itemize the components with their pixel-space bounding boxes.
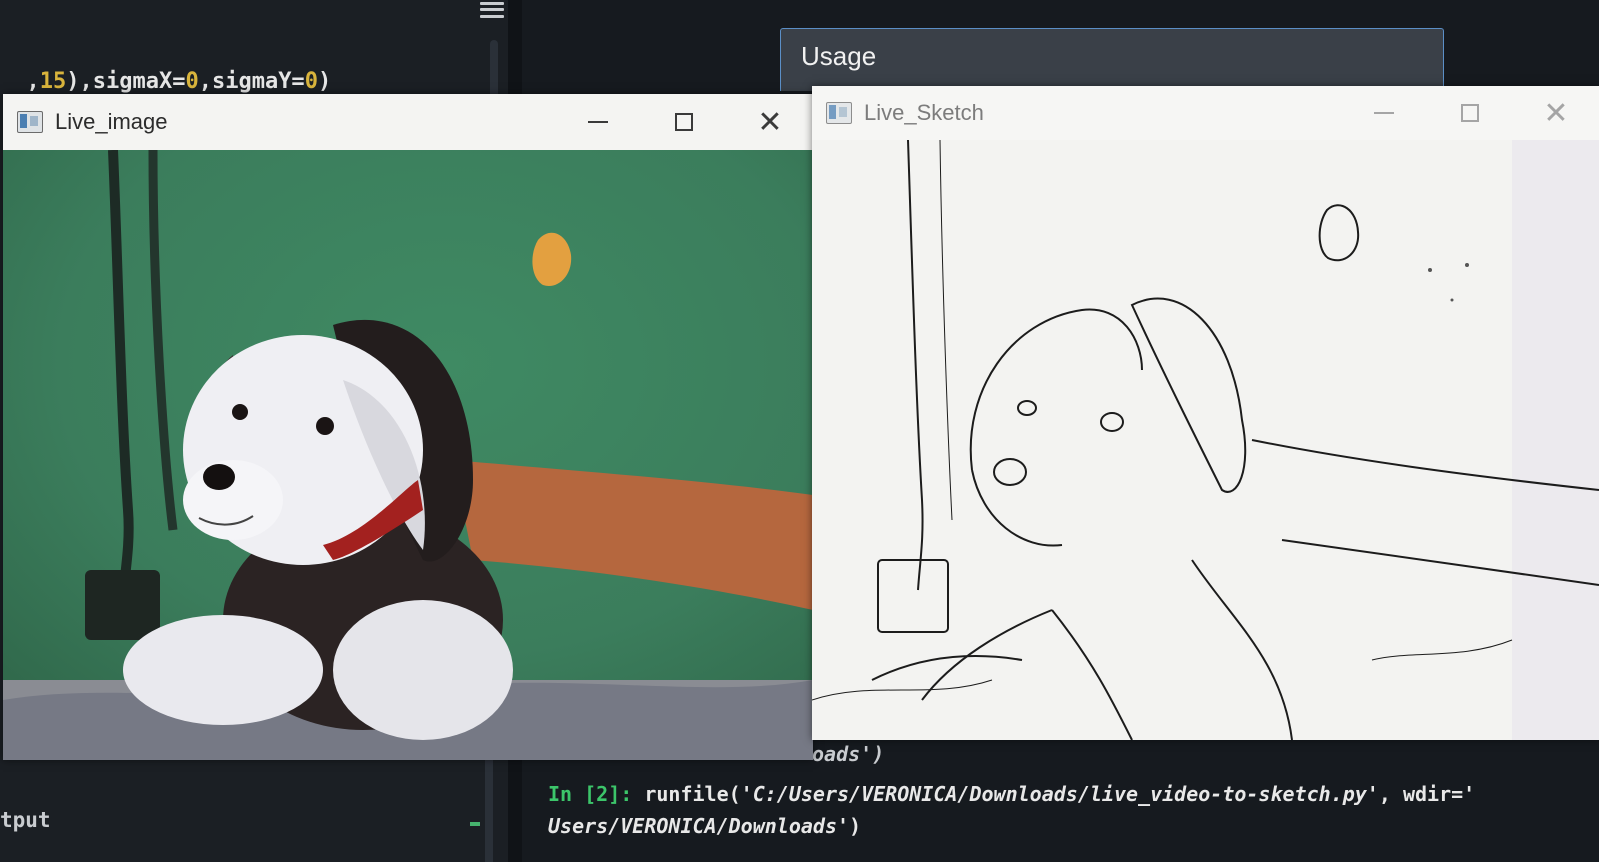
code-token: 0: [304, 69, 318, 94]
window-title: Live_Sketch: [864, 100, 984, 125]
console-scrollbar[interactable]: [485, 760, 493, 862]
live-sketch-video-frame: [812, 140, 1599, 740]
code-token: 15: [39, 69, 67, 94]
console-partial-text: oads'): [812, 742, 885, 766]
video-frame-illustration: [3, 150, 813, 760]
output-tab-label[interactable]: tput: [0, 808, 51, 832]
output-indicator: [470, 822, 480, 826]
console-kw-arg: wdir=': [1402, 782, 1476, 806]
console-path-arg: 'C:/Users/VERONICA/Downloads/live_video-…: [740, 782, 1379, 806]
code-token: ,sigmaY=: [198, 69, 305, 94]
code-token: ),sigmaX=: [66, 69, 186, 94]
live-sketch-titlebar[interactable]: Live_Sketch ✕: [812, 86, 1599, 140]
close-icon: ✕: [1543, 95, 1569, 131]
code-token: ): [317, 69, 332, 94]
maximize-icon: [675, 113, 693, 131]
code-token: 0: [185, 69, 199, 94]
maximize-icon: [1461, 104, 1479, 122]
console-wdir-arg: Users/VERONICA/Downloads': [548, 814, 850, 838]
live-image-titlebar[interactable]: Live_image ✕: [3, 94, 813, 150]
sketch-frame-illustration: [812, 140, 1599, 740]
opencv-window-icon: [17, 111, 43, 133]
minimize-icon: [1374, 112, 1394, 114]
usage-panel: Usage: [780, 28, 1444, 91]
maximize-button[interactable]: [641, 94, 727, 150]
hamburger-menu-icon[interactable]: [480, 0, 504, 20]
window-controls: ✕: [1341, 86, 1599, 140]
close-button[interactable]: ✕: [727, 94, 813, 150]
window-controls: ✕: [555, 94, 813, 150]
window-title: Live_image: [55, 109, 168, 134]
maximize-button[interactable]: [1427, 86, 1513, 140]
minimize-button[interactable]: [1341, 86, 1427, 140]
code-line: ,15),sigmaX=0,sigmaY=0): [0, 34, 332, 94]
code-token: ,: [26, 69, 40, 94]
close-icon: ✕: [757, 104, 783, 140]
console-function: runfile(: [644, 782, 741, 806]
minimize-icon: [588, 121, 608, 123]
console-close-paren: ): [849, 814, 862, 838]
console-line: In [2]: runfile('C:/Users/VERONICA/Downl…: [548, 782, 1475, 806]
console-separator: ,: [1378, 782, 1391, 806]
live-image-video-frame: [3, 150, 813, 760]
minimize-button[interactable]: [555, 94, 641, 150]
opencv-window-icon: [826, 102, 852, 124]
console-prompt: In [2]:: [548, 782, 633, 806]
live-sketch-window[interactable]: Live_Sketch ✕: [812, 86, 1599, 740]
console-line: Users/VERONICA/Downloads'): [548, 814, 861, 838]
close-button[interactable]: ✕: [1513, 86, 1599, 140]
usage-title: Usage: [801, 41, 877, 71]
editor-scrollbar[interactable]: [490, 40, 498, 100]
live-image-window[interactable]: Live_image ✕: [3, 94, 813, 760]
